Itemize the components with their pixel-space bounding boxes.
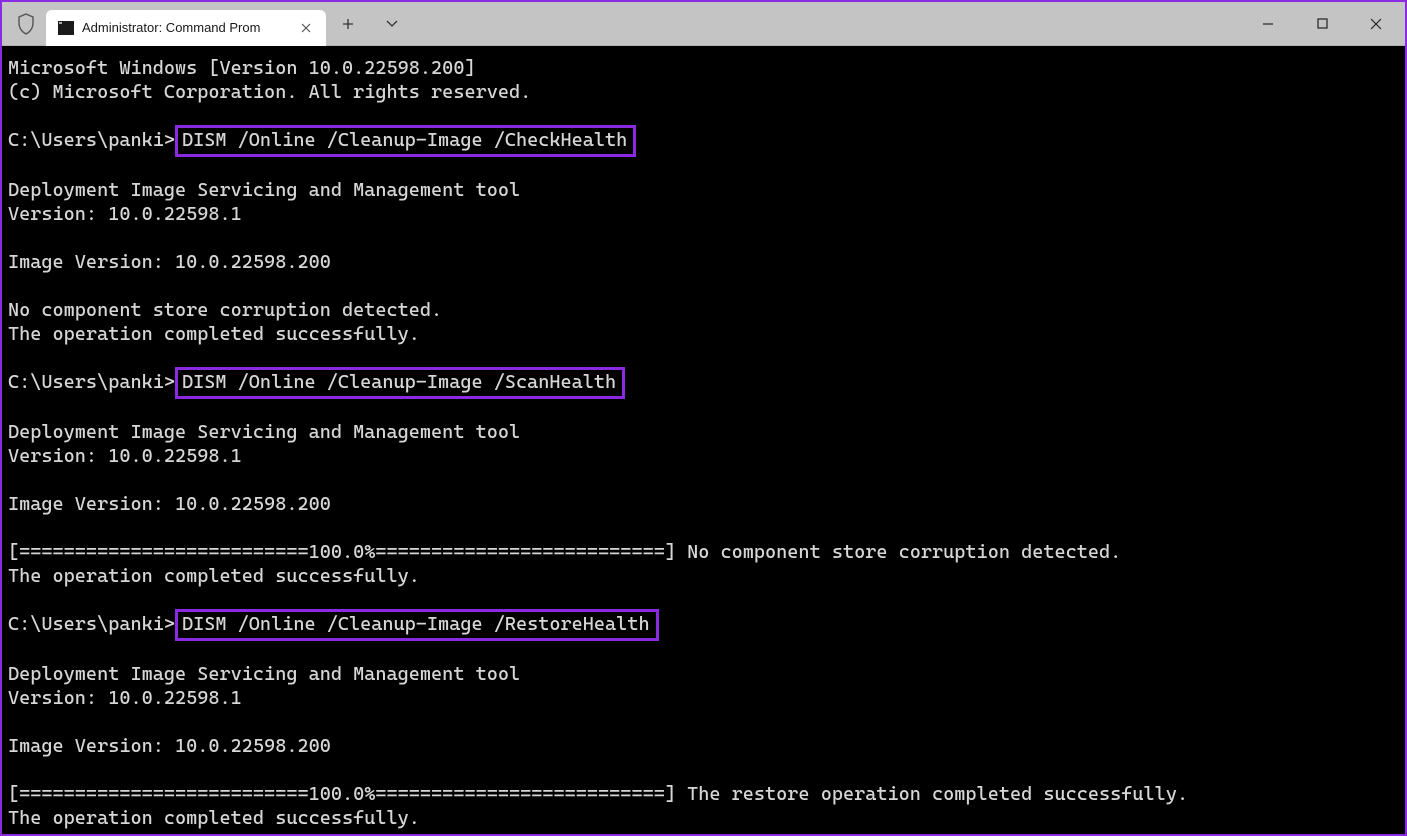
tab-close-button[interactable]	[298, 20, 314, 36]
minimize-button[interactable]	[1243, 6, 1293, 42]
dism-version: Version: 10.0.22598.1	[8, 687, 242, 709]
progress-restore-line: [==========================100.0%=======…	[8, 783, 1188, 805]
terminal-output[interactable]: Microsoft Windows [Version 10.0.22598.20…	[2, 46, 1405, 834]
dism-header: Deployment Image Servicing and Managemen…	[8, 663, 520, 685]
image-version: Image Version: 10.0.22598.200	[8, 251, 331, 273]
prompt: C:\Users\panki>	[8, 613, 175, 635]
maximize-button[interactable]	[1297, 6, 1347, 42]
op-success-line: The operation completed successfully.	[8, 565, 420, 587]
command-restorehealth: DISM /Online /Cleanup-Image /RestoreHeal…	[175, 609, 659, 641]
dism-version: Version: 10.0.22598.1	[8, 203, 242, 225]
version-line: Microsoft Windows [Version 10.0.22598.20…	[8, 57, 476, 79]
no-corruption-line: No component store corruption detected.	[8, 299, 442, 321]
tab-actions	[338, 14, 402, 34]
dism-header: Deployment Image Servicing and Managemen…	[8, 179, 520, 201]
progress-line: [==========================100.0%=======…	[8, 541, 1121, 563]
tab[interactable]: Administrator: Command Prom	[46, 10, 326, 46]
image-version: Image Version: 10.0.22598.200	[8, 735, 331, 757]
new-tab-button[interactable]	[338, 14, 358, 34]
command-scanhealth: DISM /Online /Cleanup-Image /ScanHealth	[175, 367, 625, 399]
prompt: C:\Users\panki>	[8, 129, 175, 151]
op-success-line: The operation completed successfully.	[8, 807, 420, 829]
tab-title: Administrator: Command Prom	[82, 20, 290, 35]
dism-header: Deployment Image Servicing and Managemen…	[8, 421, 520, 443]
close-button[interactable]	[1351, 6, 1401, 42]
dism-version: Version: 10.0.22598.1	[8, 445, 242, 467]
op-success-line: The operation completed successfully.	[8, 323, 420, 345]
copyright-line: (c) Microsoft Corporation. All rights re…	[8, 81, 531, 103]
cmd-icon	[58, 21, 74, 35]
prompt: C:\Users\panki>	[8, 371, 175, 393]
image-version: Image Version: 10.0.22598.200	[8, 493, 331, 515]
window-controls	[1243, 6, 1401, 42]
titlebar: Administrator: Command Prom	[2, 2, 1405, 46]
tab-dropdown-button[interactable]	[382, 14, 402, 34]
security-shield-icon	[16, 12, 36, 36]
command-checkhealth: DISM /Online /Cleanup-Image /CheckHealth	[175, 125, 636, 157]
